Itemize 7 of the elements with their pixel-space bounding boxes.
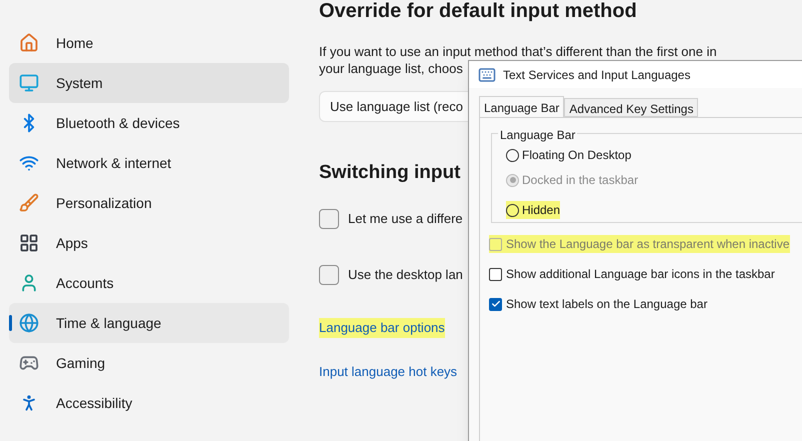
- section-heading: Switching input: [319, 161, 460, 185]
- checkbox-label: Let me use a differe: [348, 210, 463, 228]
- window-title: Text Services and Input Languages: [503, 66, 690, 84]
- checkbox-label: Use the desktop lan: [348, 266, 463, 284]
- description-text: If you want to use an input method that’s different than the first one in: [319, 43, 717, 60]
- section-heading: Override for default input method: [319, 0, 638, 23]
- description-text: your language list, choos: [319, 60, 463, 77]
